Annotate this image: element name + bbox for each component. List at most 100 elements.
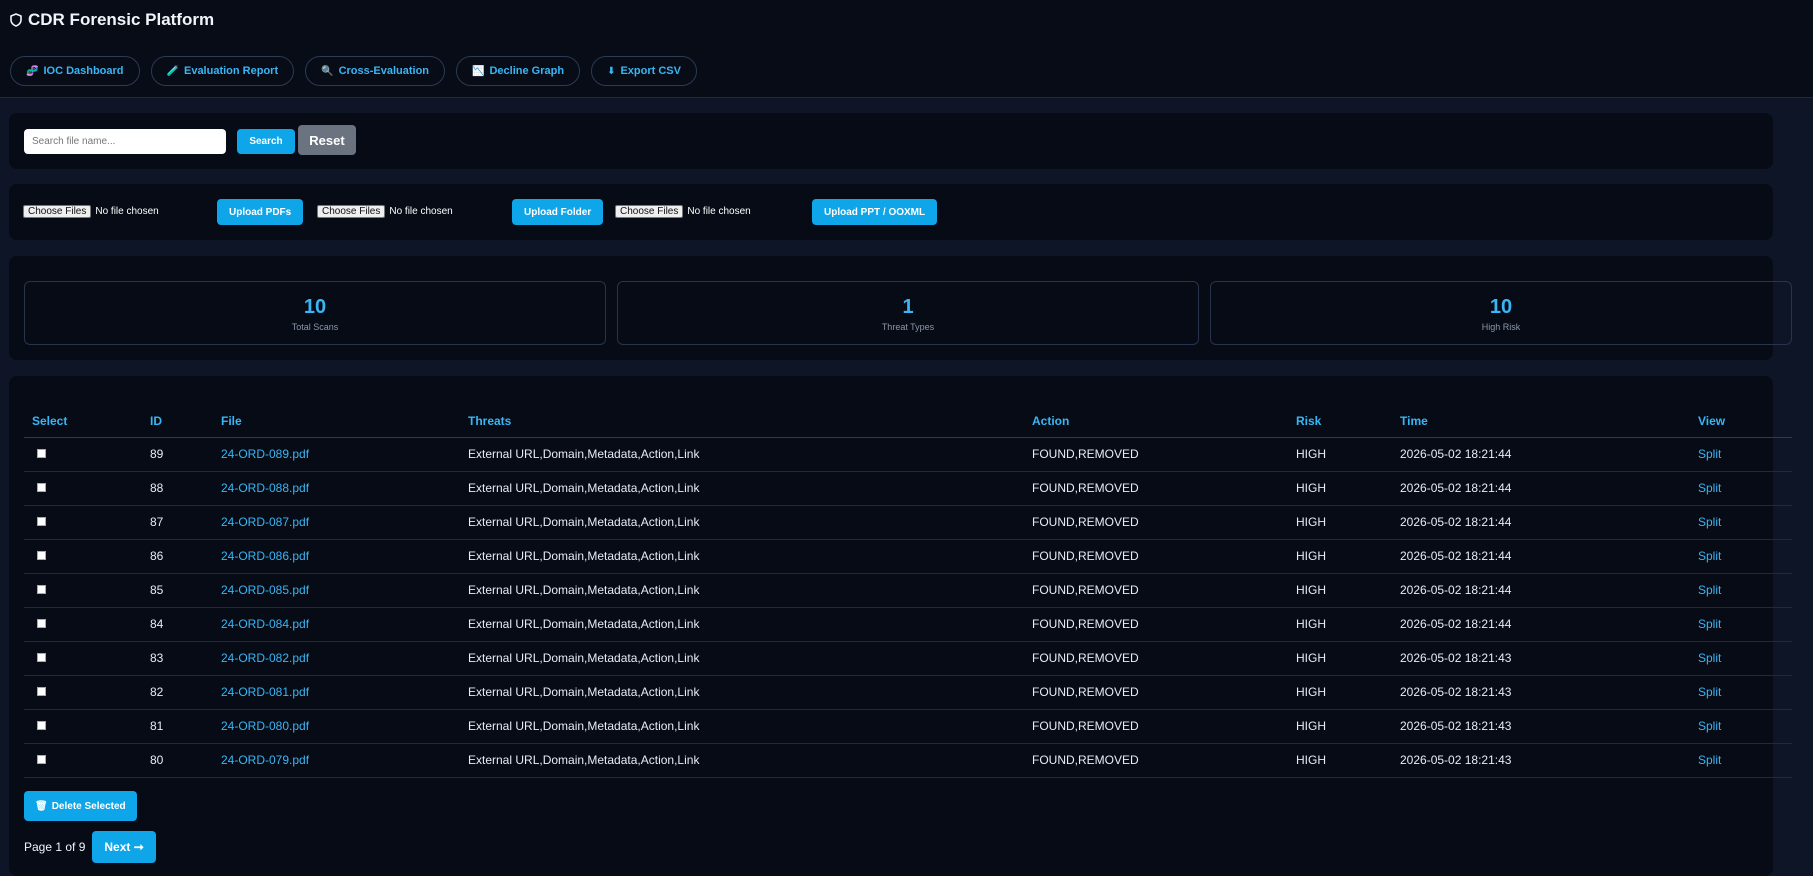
row-time: 2026-05-02 18:21:43 [1392, 641, 1690, 676]
upload-ppt-button[interactable]: Upload PPT / OOXML [812, 199, 938, 225]
choose-files-button[interactable]: Choose Files [23, 205, 92, 218]
row-checkbox[interactable] [37, 449, 46, 458]
scan-table: Select ID File Threats Action Risk Time … [24, 405, 1792, 778]
search-button[interactable]: Search [237, 129, 295, 154]
row-action: FOUND,REMOVED [1024, 539, 1288, 574]
select-cell [24, 437, 142, 472]
select-cell [24, 573, 142, 608]
row-checkbox[interactable] [37, 483, 46, 492]
row-time: 2026-05-02 18:21:44 [1392, 437, 1690, 472]
row-checkbox[interactable] [37, 755, 46, 764]
ppt-file-picker: Choose Files No file chosen [615, 205, 751, 218]
row-checkbox[interactable] [37, 687, 46, 696]
choose-files-button[interactable]: Choose Files [317, 205, 386, 218]
search-panel: Search Reset [9, 113, 1773, 169]
select-cell [24, 471, 142, 506]
file-status: No file chosen [95, 206, 159, 217]
split-view-link[interactable]: Split [1690, 573, 1792, 608]
row-time: 2026-05-02 18:21:43 [1392, 709, 1690, 744]
row-checkbox[interactable] [37, 551, 46, 560]
upload-folder-button[interactable]: Upload Folder [512, 199, 604, 225]
table-row: 89 24-ORD-089.pdf External URL,Domain,Meta… [24, 437, 1792, 472]
row-time: 2026-05-02 18:21:44 [1392, 471, 1690, 506]
file-link[interactable]: 24-ORD-084.pdf [213, 607, 460, 642]
split-view-link[interactable]: Split [1690, 505, 1792, 540]
table-row: 81 24-ORD-080.pdf External URL,Domain,Meta… [24, 709, 1792, 744]
row-risk: HIGH [1288, 573, 1392, 608]
row-checkbox[interactable] [37, 585, 46, 594]
ioc-dashboard-button[interactable]: 🧬 IOC Dashboard [10, 56, 140, 86]
file-link[interactable]: 24-ORD-085.pdf [213, 573, 460, 608]
row-threats: External URL,Domain,Metadata,Action,Link [460, 505, 1024, 540]
row-checkbox[interactable] [37, 619, 46, 628]
split-view-link[interactable]: Split [1690, 641, 1792, 676]
table-row: 84 24-ORD-084.pdf External URL,Domain,Meta… [24, 607, 1792, 642]
file-link[interactable]: 24-ORD-089.pdf [213, 437, 460, 472]
evaluation-report-button[interactable]: 🧪 Evaluation Report [150, 56, 295, 86]
row-id: 89 [142, 437, 213, 472]
row-time: 2026-05-02 18:21:43 [1392, 675, 1690, 710]
decline-graph-label: Decline Graph [489, 65, 565, 77]
stat-label: Threat Types [881, 322, 935, 332]
split-view-link[interactable]: Split [1690, 471, 1792, 506]
export-csv-button[interactable]: ⬇ Export CSV [591, 56, 697, 86]
row-risk: HIGH [1288, 471, 1392, 506]
row-action: FOUND,REMOVED [1024, 675, 1288, 710]
column-header-action: Action [1024, 405, 1288, 438]
row-threats: External URL,Domain,Metadata,Action,Link [460, 607, 1024, 642]
file-status: No file chosen [687, 206, 751, 217]
column-header-view: View [1690, 405, 1792, 438]
stat-value: 10 [1489, 296, 1513, 318]
upload-panel: Choose Files No file chosen Upload PDFs … [9, 184, 1773, 240]
split-view-link[interactable]: Split [1690, 709, 1792, 744]
table-row: 85 24-ORD-085.pdf External URL,Domain,Meta… [24, 573, 1792, 608]
select-cell [24, 607, 142, 642]
split-view-link[interactable]: Split [1690, 539, 1792, 574]
row-time: 2026-05-02 18:21:44 [1392, 573, 1690, 608]
decline-graph-button[interactable]: 📉 Decline Graph [456, 56, 581, 86]
pagination: Page 1 of 9 Next ➞ [24, 831, 156, 863]
file-link[interactable]: 24-ORD-086.pdf [213, 539, 460, 574]
stat-card-high-risk: 10 High Risk [1210, 281, 1792, 345]
file-link[interactable]: 24-ORD-087.pdf [213, 505, 460, 540]
file-link[interactable]: 24-ORD-079.pdf [213, 743, 460, 778]
split-view-link[interactable]: Split [1690, 675, 1792, 710]
select-cell [24, 675, 142, 710]
app-title-text: CDR Forensic Platform [28, 10, 215, 29]
row-action: FOUND,REMOVED [1024, 437, 1288, 472]
select-cell [24, 709, 142, 744]
dna-icon: 🧬 [26, 65, 39, 77]
row-risk: HIGH [1288, 437, 1392, 472]
search-input[interactable] [24, 129, 226, 154]
split-view-link[interactable]: Split [1690, 437, 1792, 472]
cross-evaluation-button[interactable]: 🔍 Cross-Evaluation [305, 56, 446, 86]
upload-pdfs-button[interactable]: Upload PDFs [217, 199, 304, 225]
row-checkbox[interactable] [37, 721, 46, 730]
file-link[interactable]: 24-ORD-082.pdf [213, 641, 460, 676]
main-nav: 🧬 IOC Dashboard 🧪 Evaluation Report 🔍 Cr… [10, 56, 697, 86]
select-cell [24, 539, 142, 574]
file-link[interactable]: 24-ORD-081.pdf [213, 675, 460, 710]
split-view-link[interactable]: Split [1690, 743, 1792, 778]
file-link[interactable]: 24-ORD-088.pdf [213, 471, 460, 506]
delete-selected-button[interactable]: 🗑 Delete Selected [24, 791, 137, 821]
stat-card-threat-types: 1 Threat Types [617, 281, 1199, 345]
row-checkbox[interactable] [37, 653, 46, 662]
reset-button[interactable]: Reset [298, 125, 356, 155]
file-link[interactable]: 24-ORD-080.pdf [213, 709, 460, 744]
next-page-button[interactable]: Next ➞ [92, 831, 156, 863]
choose-files-button[interactable]: Choose Files [615, 205, 684, 218]
delete-selected-label: Delete Selected [51, 800, 126, 812]
scan-table-panel: Select ID File Threats Action Risk Time … [9, 376, 1792, 876]
row-risk: HIGH [1288, 539, 1392, 574]
row-action: FOUND,REMOVED [1024, 505, 1288, 540]
export-csv-label: Export CSV [620, 65, 681, 77]
select-cell [24, 505, 142, 540]
row-threats: External URL,Domain,Metadata,Action,Link [460, 743, 1024, 778]
row-id: 81 [142, 709, 213, 744]
column-header-threats: Threats [460, 405, 1024, 438]
split-view-link[interactable]: Split [1690, 607, 1792, 642]
page-indicator: Page 1 of 9 [24, 840, 86, 854]
row-checkbox[interactable] [37, 517, 46, 526]
row-threats: External URL,Domain,Metadata,Action,Link [460, 641, 1024, 676]
